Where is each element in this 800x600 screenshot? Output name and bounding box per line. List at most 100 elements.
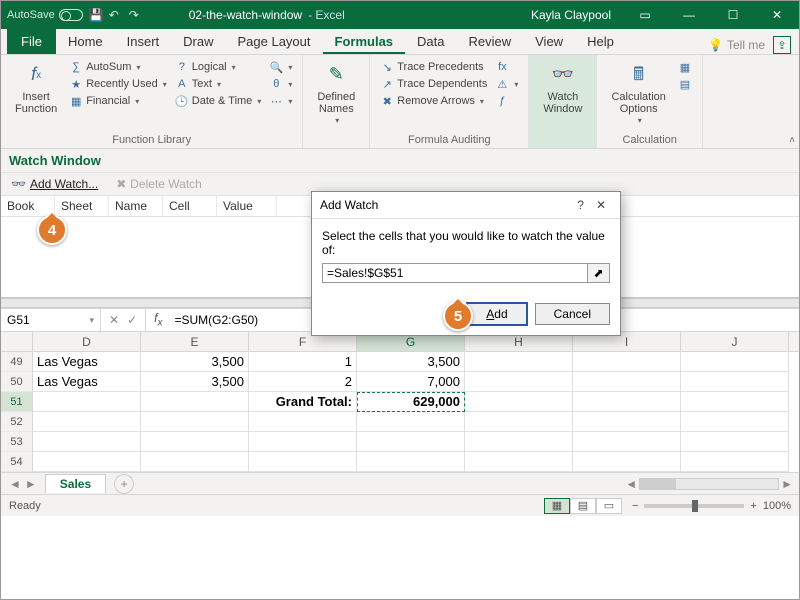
view-normal-button[interactable]: ▦ <box>544 498 570 514</box>
zoom-slider[interactable] <box>644 504 744 508</box>
row-header[interactable]: 50 <box>1 372 33 392</box>
cell[interactable] <box>465 372 573 392</box>
logical-button[interactable]: ?Logical▾ <box>173 59 264 75</box>
sheet-nav-next[interactable]: ► <box>25 477 37 491</box>
tab-draw[interactable]: Draw <box>171 30 225 54</box>
cell[interactable] <box>573 392 681 412</box>
evaluate-formula-button[interactable]: ƒ <box>493 93 520 109</box>
cell[interactable]: Las Vegas <box>33 372 141 392</box>
recently-used-button[interactable]: ★Recently Used▾ <box>67 76 169 92</box>
cell[interactable] <box>465 392 573 412</box>
cell[interactable] <box>249 412 357 432</box>
row-header[interactable]: 51 <box>1 392 33 412</box>
tab-home[interactable]: Home <box>56 30 115 54</box>
cell[interactable] <box>681 352 789 372</box>
cell[interactable] <box>573 412 681 432</box>
cell[interactable] <box>33 452 141 472</box>
cell[interactable] <box>357 432 465 452</box>
col-header[interactable]: J <box>681 332 789 351</box>
zoom-out-button[interactable]: − <box>632 500 638 512</box>
financial-button[interactable]: ▦Financial▾ <box>67 93 169 109</box>
cell[interactable] <box>141 452 249 472</box>
row-header[interactable]: 53 <box>1 432 33 452</box>
save-icon[interactable]: 💾 <box>89 8 103 22</box>
insert-function-button[interactable]: fx Insert Function <box>9 59 63 117</box>
calculate-sheet-button[interactable]: ▤ <box>676 76 694 92</box>
cell[interactable] <box>141 392 249 412</box>
cell[interactable] <box>33 412 141 432</box>
cell[interactable] <box>681 412 789 432</box>
cell[interactable]: 3,500 <box>141 372 249 392</box>
cell[interactable]: Las Vegas <box>33 352 141 372</box>
hscroll-left[interactable]: ◄ <box>625 477 637 491</box>
cell[interactable] <box>681 452 789 472</box>
fx-icon[interactable]: fx <box>146 311 170 328</box>
calculate-now-button[interactable]: ▦ <box>676 59 694 75</box>
cell[interactable] <box>33 392 141 412</box>
range-selector-button[interactable]: ⬈ <box>588 263 610 283</box>
cell[interactable]: Grand Total: <box>249 392 357 412</box>
dialog-add-button[interactable]: Add <box>467 303 526 325</box>
date-time-button[interactable]: 🕒Date & Time▾ <box>173 93 264 109</box>
minimize-button[interactable]: — <box>667 1 711 29</box>
formula-input[interactable]: =SUM(G2:G50) <box>170 313 262 327</box>
tab-insert[interactable]: Insert <box>115 30 172 54</box>
cell[interactable]: 629,000 <box>357 392 465 412</box>
error-checking-button[interactable]: ⚠▾ <box>493 76 520 92</box>
maximize-button[interactable]: ☐ <box>711 1 755 29</box>
view-page-break-button[interactable]: ▭ <box>596 498 622 514</box>
tab-view[interactable]: View <box>523 30 575 54</box>
tab-data[interactable]: Data <box>405 30 456 54</box>
cell[interactable] <box>33 432 141 452</box>
lookup-ref-button[interactable]: 🔍▾ <box>267 59 294 75</box>
trace-dependents-button[interactable]: ↗Trace Dependents <box>378 76 489 92</box>
user-name[interactable]: Kayla Claypool <box>531 8 611 22</box>
zoom-in-button[interactable]: + <box>750 500 756 512</box>
dialog-cancel-button[interactable]: Cancel <box>535 303 610 325</box>
cell[interactable] <box>249 452 357 472</box>
cell[interactable] <box>357 412 465 432</box>
cell[interactable] <box>249 432 357 452</box>
hscroll-right[interactable]: ► <box>781 477 793 491</box>
cell[interactable] <box>357 452 465 472</box>
row-header[interactable]: 49 <box>1 352 33 372</box>
trace-precedents-button[interactable]: ↘Trace Precedents <box>378 59 489 75</box>
share-button[interactable]: ⇪ <box>773 36 791 54</box>
tab-file[interactable]: File <box>7 29 56 54</box>
cell[interactable] <box>681 392 789 412</box>
cell[interactable] <box>465 412 573 432</box>
cell[interactable]: 3,500 <box>357 352 465 372</box>
collapse-ribbon-button[interactable]: ˄ <box>789 135 795 146</box>
cell[interactable] <box>573 432 681 452</box>
cell[interactable]: 3,500 <box>141 352 249 372</box>
dialog-help-button[interactable]: ? <box>571 198 590 212</box>
cell[interactable] <box>573 352 681 372</box>
dialog-close-button[interactable]: ✕ <box>590 198 612 212</box>
show-formulas-button[interactable]: fx <box>493 59 520 75</box>
cell[interactable] <box>141 412 249 432</box>
cell[interactable] <box>465 452 573 472</box>
sheet-tab-sales[interactable]: Sales <box>45 474 106 493</box>
sheet-nav-prev[interactable]: ◄ <box>9 477 21 491</box>
zoom-level[interactable]: 100% <box>763 500 791 512</box>
tab-review[interactable]: Review <box>457 30 524 54</box>
cancel-formula-icon[interactable]: ✕ <box>109 313 119 327</box>
tab-page-layout[interactable]: Page Layout <box>226 30 323 54</box>
autosave-toggle[interactable]: AutoSave <box>7 9 83 21</box>
cell[interactable]: 7,000 <box>357 372 465 392</box>
cell[interactable] <box>573 372 681 392</box>
watch-reference-input[interactable] <box>322 263 588 283</box>
select-all-button[interactable] <box>1 332 33 351</box>
tab-help[interactable]: Help <box>575 30 626 54</box>
add-watch-button[interactable]: 👓 Add Watch... <box>7 175 102 193</box>
autosum-button[interactable]: ∑AutoSum▾ <box>67 59 169 75</box>
cell[interactable] <box>681 432 789 452</box>
math-trig-button[interactable]: θ▾ <box>267 76 294 92</box>
calculation-options-button[interactable]: 🖩 Calculation Options▾ <box>605 59 671 128</box>
more-functions-button[interactable]: ⋯▾ <box>267 93 294 109</box>
ribbon-options-button[interactable]: ▭ <box>623 1 667 29</box>
cell[interactable]: 1 <box>249 352 357 372</box>
col-header[interactable]: D <box>33 332 141 351</box>
name-box[interactable]: G51▾ <box>1 309 101 331</box>
cell[interactable] <box>573 452 681 472</box>
